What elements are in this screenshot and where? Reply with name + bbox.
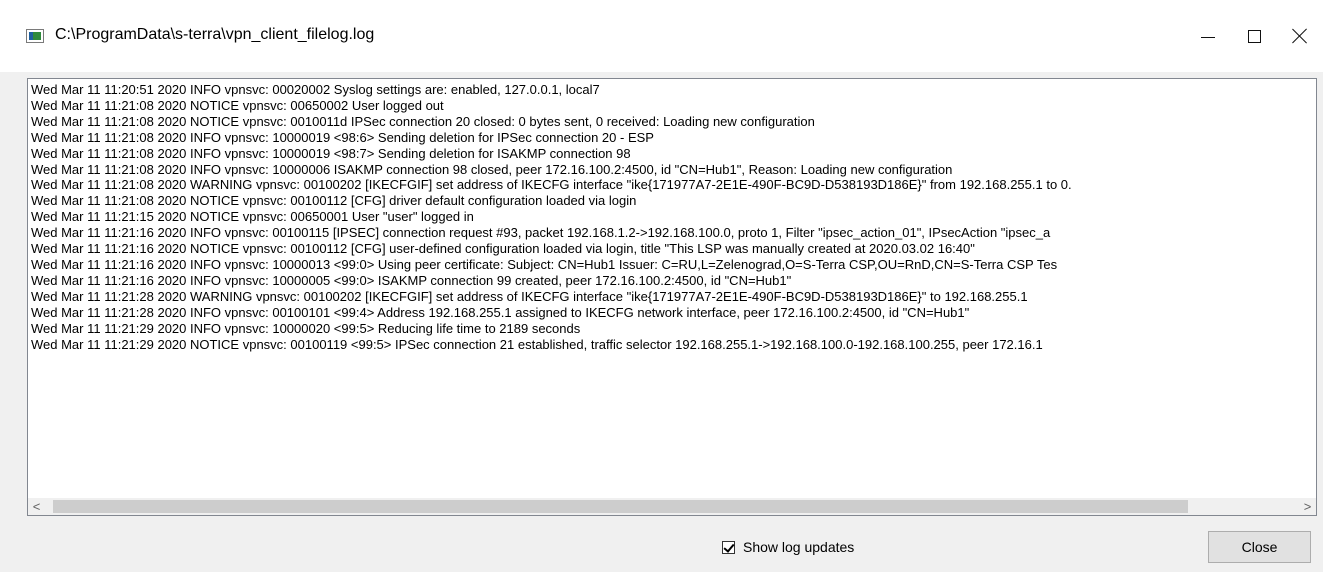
log-line: Wed Mar 11 11:21:08 2020 NOTICE vpnsvc: … (31, 97, 444, 113)
log-line: Wed Mar 11 11:21:08 2020 INFO vpnsvc: 10… (31, 129, 654, 145)
minimize-button[interactable] (1185, 0, 1231, 72)
chevron-left-icon: < (32, 499, 41, 514)
horizontal-scrollbar[interactable]: < > (28, 498, 1316, 515)
log-line: Wed Mar 11 11:21:08 2020 INFO vpnsvc: 10… (31, 161, 953, 177)
close-button[interactable]: Close (1208, 531, 1311, 563)
log-line: Wed Mar 11 11:21:29 2020 NOTICE vpnsvc: … (31, 336, 1043, 352)
show-log-updates-label: Show log updates (743, 539, 855, 555)
log-line: Wed Mar 11 11:21:16 2020 INFO vpnsvc: 10… (31, 272, 792, 288)
log-line: Wed Mar 11 11:21:28 2020 WARNING vpnsvc:… (31, 288, 1028, 304)
scroll-thumb[interactable] (53, 500, 1188, 513)
title-bar[interactable]: C:\ProgramData\s-terra\vpn_client_filelo… (0, 0, 1323, 72)
log-viewer-app-icon (26, 29, 44, 43)
close-window-button[interactable] (1277, 0, 1323, 72)
log-line: Wed Mar 11 11:20:51 2020 INFO vpnsvc: 00… (31, 82, 600, 97)
log-line: Wed Mar 11 11:21:28 2020 INFO vpnsvc: 00… (31, 304, 970, 320)
log-line: Wed Mar 11 11:21:08 2020 INFO vpnsvc: 10… (31, 145, 631, 161)
close-icon (1292, 28, 1308, 44)
log-line: Wed Mar 11 11:21:15 2020 NOTICE vpnsvc: … (31, 209, 474, 225)
log-line: Wed Mar 11 11:21:29 2020 INFO vpnsvc: 10… (31, 320, 581, 336)
chevron-right-icon: > (1303, 499, 1312, 514)
minimize-icon (1201, 36, 1215, 38)
log-text-area[interactable]: Wed Mar 11 11:20:51 2020 INFO vpnsvc: 00… (27, 78, 1317, 516)
log-viewer-window: C:\ProgramData\s-terra\vpn_client_filelo… (0, 0, 1323, 572)
log-line: Wed Mar 11 11:21:08 2020 NOTICE vpnsvc: … (31, 113, 815, 129)
maximize-button[interactable] (1231, 0, 1277, 72)
log-line: Wed Mar 11 11:21:08 2020 NOTICE vpnsvc: … (31, 193, 637, 209)
window-title: C:\ProgramData\s-terra\vpn_client_filelo… (55, 26, 375, 43)
scroll-left-button[interactable]: < (28, 498, 45, 515)
log-lines: Wed Mar 11 11:20:51 2020 INFO vpnsvc: 00… (31, 82, 1316, 352)
log-line: Wed Mar 11 11:21:08 2020 WARNING vpnsvc:… (31, 177, 1072, 193)
log-line: Wed Mar 11 11:21:16 2020 INFO vpnsvc: 00… (31, 225, 1051, 241)
maximize-icon (1247, 29, 1261, 43)
log-line: Wed Mar 11 11:21:16 2020 NOTICE vpnsvc: … (31, 241, 975, 257)
scroll-right-button[interactable]: > (1299, 498, 1316, 515)
show-log-updates-checkbox[interactable] (722, 540, 735, 554)
log-line: Wed Mar 11 11:21:16 2020 INFO vpnsvc: 10… (31, 256, 1058, 272)
show-log-updates-option[interactable]: Show log updates (722, 539, 854, 555)
